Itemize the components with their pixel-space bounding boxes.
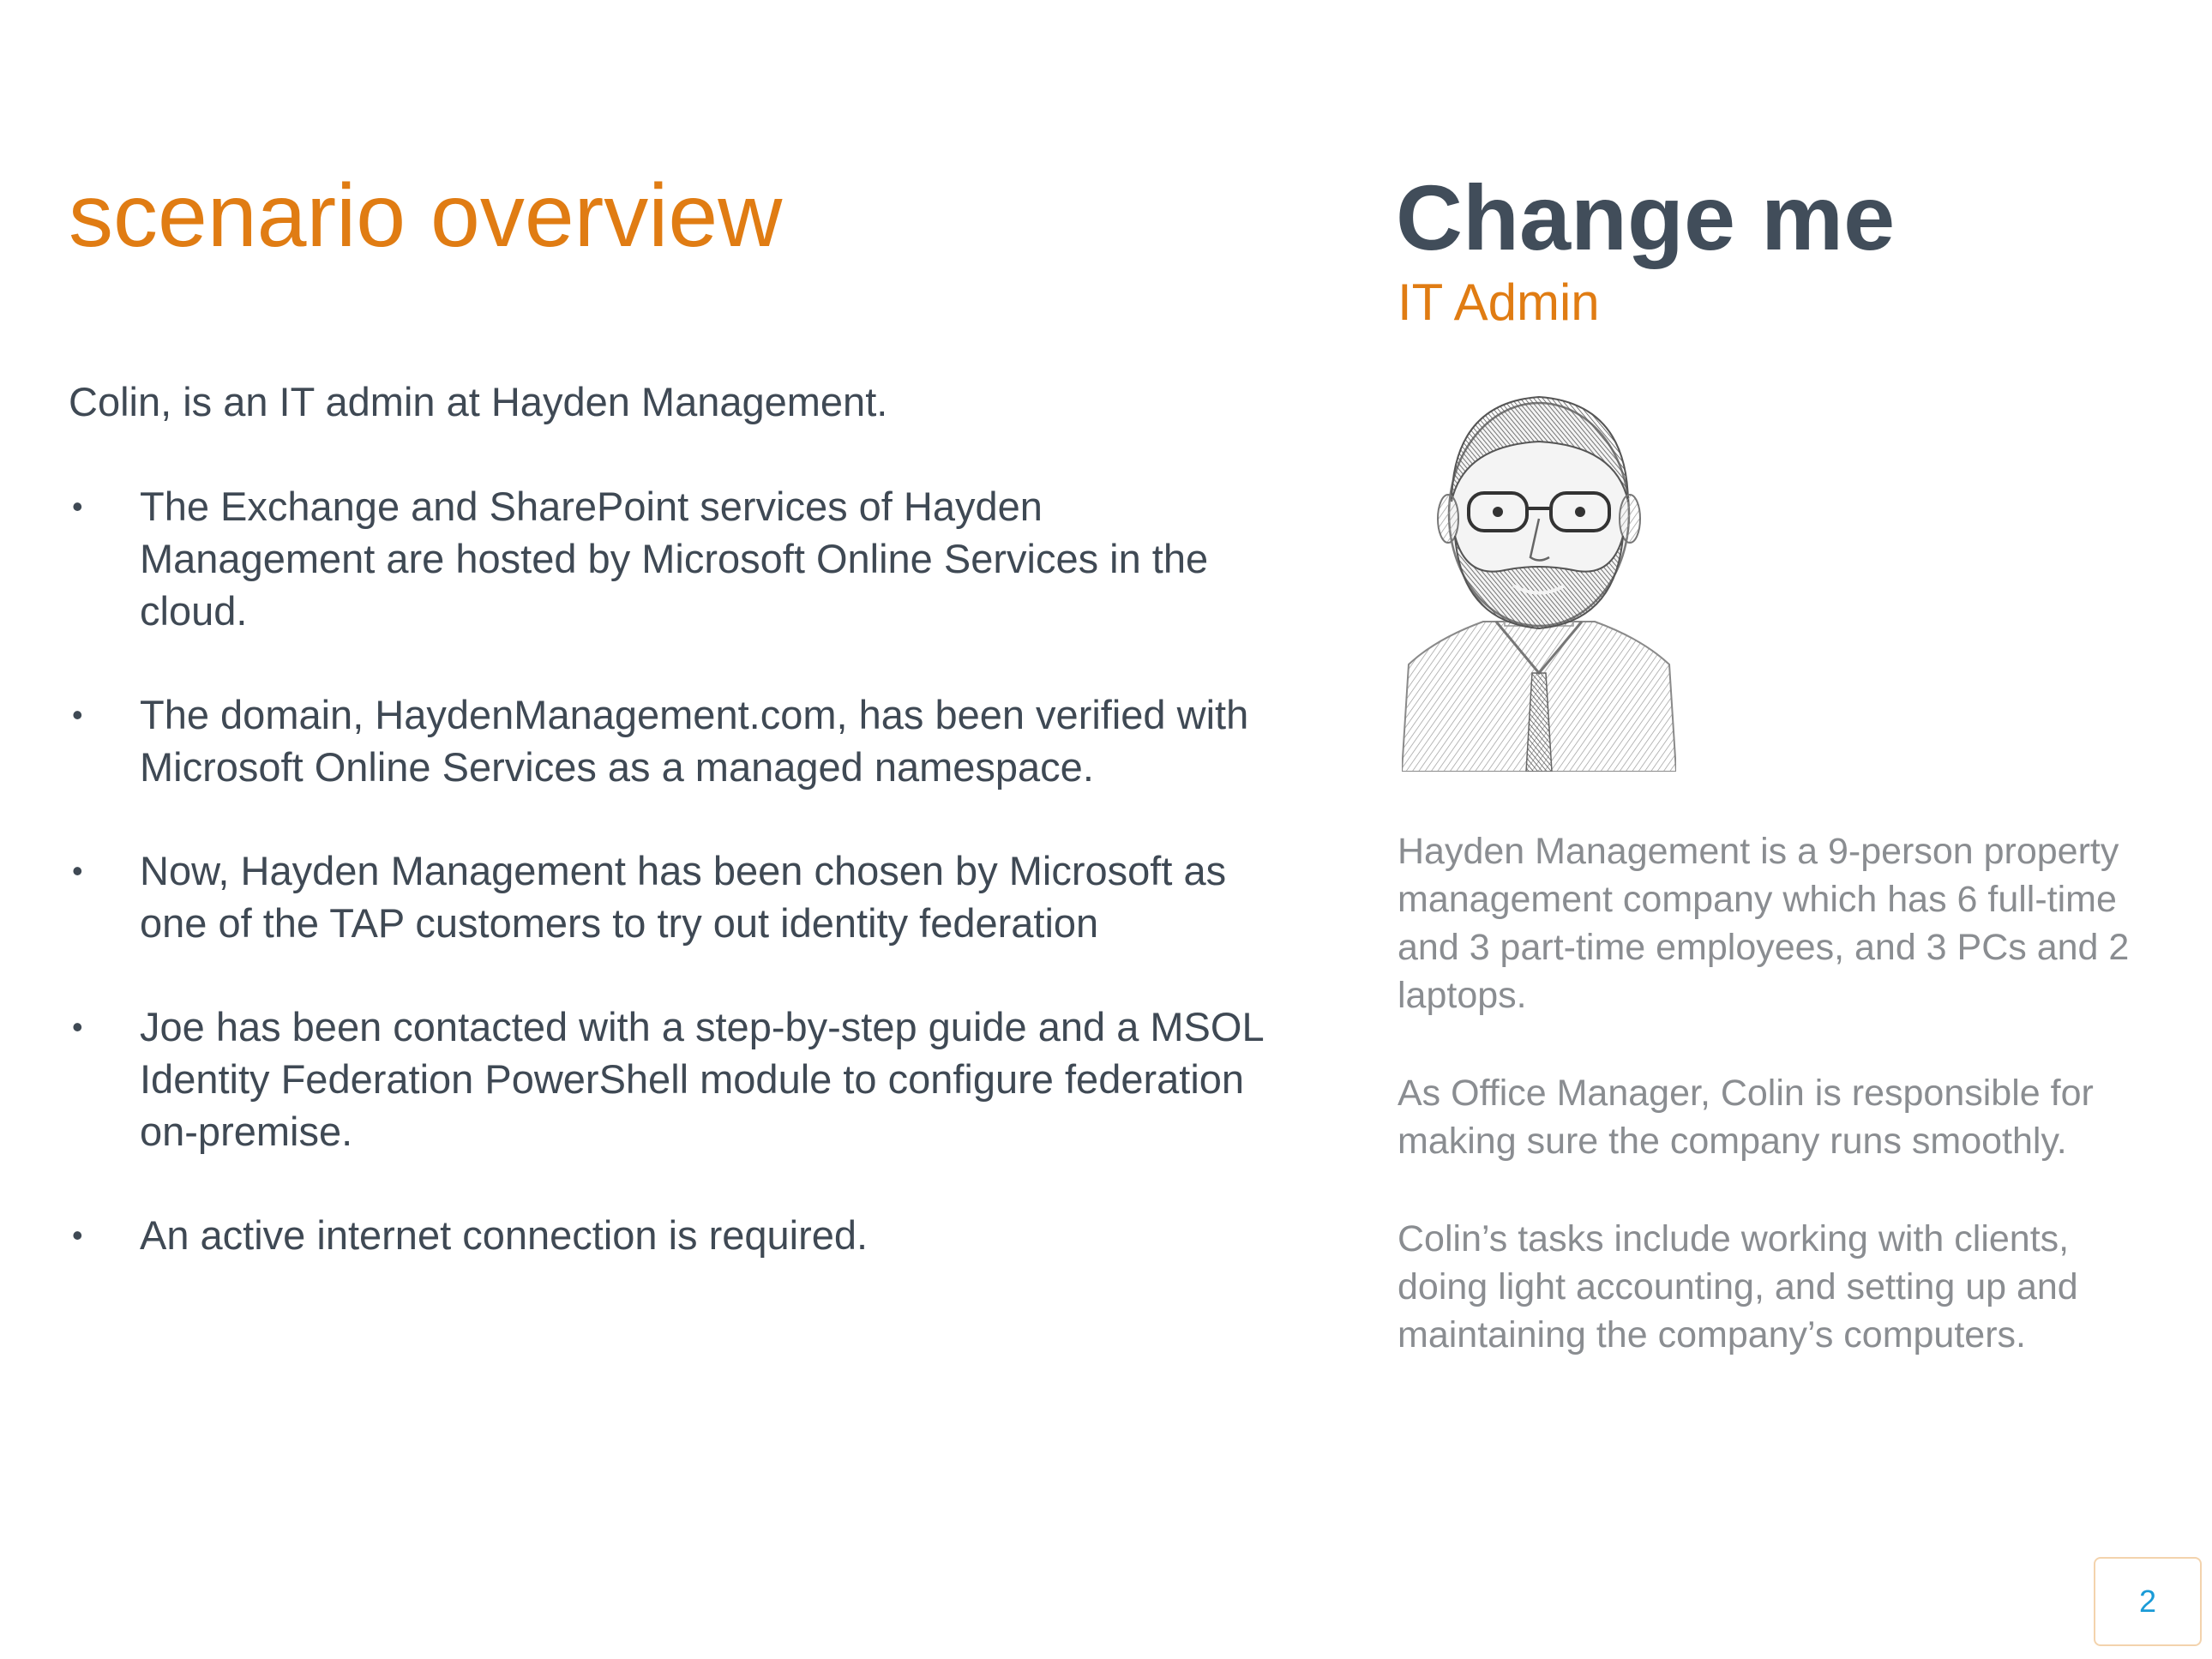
persona-portrait [1400, 364, 1678, 772]
bullet-marker: • [72, 853, 83, 888]
slide-title: scenario overview [69, 166, 783, 266]
intro-text: Colin, is an IT admin at Hayden Manageme… [69, 379, 888, 424]
bullet-text: Joe has been contacted with a step-by-st… [140, 1004, 1263, 1154]
scenario-bullet-list: • The Exchange and SharePoint services o… [69, 480, 1286, 1313]
bullet-marker: • [72, 1217, 83, 1253]
bullet-text: The Exchange and SharePoint services of … [140, 484, 1209, 634]
bullet-item: • An active internet connection is requi… [69, 1209, 1286, 1261]
persona-role: IT Admin [1398, 273, 1600, 331]
description-paragraph: As Office Manager, Colin is responsible … [1398, 1073, 2094, 1162]
persona-sketch-icon [1400, 395, 1678, 772]
bullet-text: Now, Hayden Management has been chosen b… [140, 848, 1227, 946]
bullet-marker: • [72, 489, 83, 524]
bullet-text: An active internet connection is require… [140, 1212, 869, 1258]
bullet-item: • The domain, HaydenManagement.com, has … [69, 688, 1286, 793]
bullet-item: • The Exchange and SharePoint services o… [69, 480, 1286, 637]
bullet-marker: • [72, 697, 83, 732]
description-paragraph: Hayden Management is a 9-person property… [1398, 831, 2130, 1016]
page-number-box: 2 [2094, 1557, 2202, 1646]
bullet-marker: • [72, 1009, 83, 1044]
persona-description: Hayden Management is a 9-person property… [1398, 827, 2169, 1409]
bullet-item: • Now, Hayden Management has been chosen… [69, 845, 1286, 949]
description-paragraph: Colin’s tasks include working with clien… [1398, 1218, 2078, 1355]
bullet-text: The domain, HaydenManagement.com, has be… [140, 692, 1249, 790]
bullet-item: • Joe has been contacted with a step-by-… [69, 1001, 1286, 1157]
persona-name: Change me [1396, 165, 1896, 269]
page-number: 2 [2138, 1584, 2157, 1619]
